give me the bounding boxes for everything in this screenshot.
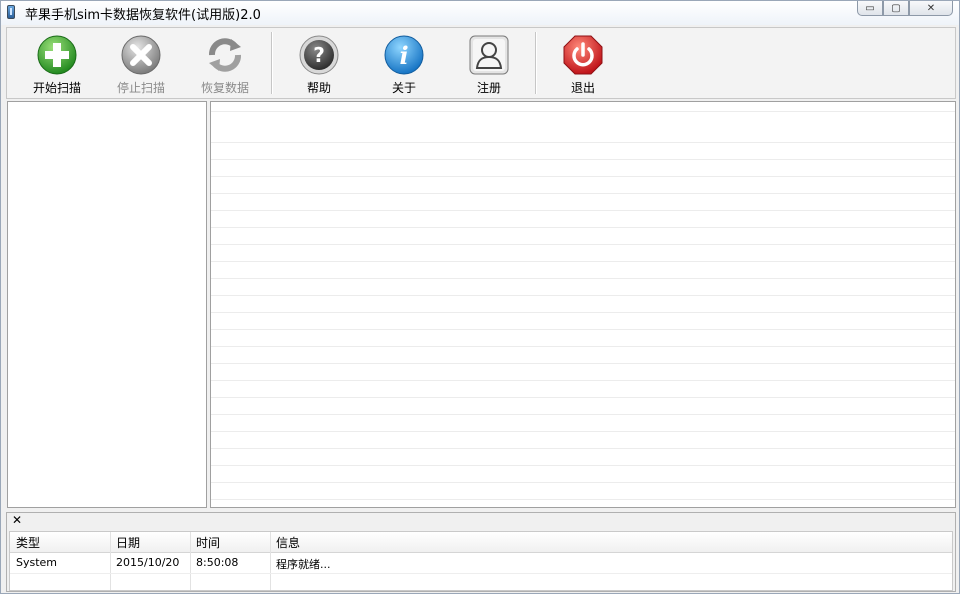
start-scan-label: 开始扫描 (32, 81, 81, 95)
column-header-time[interactable]: 时间 (196, 534, 220, 551)
register-button[interactable]: 注册 (449, 34, 529, 96)
start-scan-button[interactable]: 开始扫描 (17, 34, 97, 96)
about-label: 关于 (391, 81, 416, 95)
toolbar-separator (535, 32, 537, 94)
result-list-panel[interactable] (210, 101, 956, 508)
register-label: 注册 (476, 81, 501, 95)
recover-data-label: 恢复数据 (200, 81, 249, 95)
log-table-header: 类型 日期 时间 信息 (10, 532, 952, 553)
window-title: 苹果手机sim卡数据恢复软件(试用版)2.0 (25, 8, 261, 23)
maximize-icon: ▢ (891, 2, 901, 14)
log-time-cell: 8:50:08 (196, 556, 239, 569)
close-icon: ✕ (926, 2, 936, 14)
empty-table-row (10, 573, 952, 591)
stop-scan-button[interactable]: 停止扫描 (101, 34, 181, 96)
help-button[interactable]: ? 帮助 (279, 34, 359, 96)
column-header-type[interactable]: 类型 (16, 534, 40, 551)
about-button[interactable]: i 关于 (364, 34, 444, 96)
stop-scan-label: 停止扫描 (116, 81, 165, 95)
minimize-button[interactable]: ▭ (857, 1, 883, 16)
app-window: 苹果手机sim卡数据恢复软件(试用版)2.0 ▭ ▢ ✕ 开始扫描 停止扫描 恢… (0, 0, 960, 594)
info-icon: i (384, 35, 424, 75)
column-header-date[interactable]: 日期 (116, 534, 140, 551)
log-close-icon[interactable]: ✕ (12, 513, 22, 527)
minimize-icon: ▭ (865, 2, 875, 14)
log-type-cell: System (16, 556, 58, 569)
exit-label: 退出 (570, 81, 595, 95)
window-controls: ▭ ▢ ✕ (857, 1, 953, 17)
toolbar: 开始扫描 停止扫描 恢复数据 ? 帮助 i 关于 注册 退出 (6, 27, 956, 99)
power-icon (563, 35, 603, 75)
column-header-info[interactable]: 信息 (276, 534, 300, 551)
user-icon (469, 35, 509, 75)
log-table[interactable]: 类型 日期 时间 信息 System 2015/10/20 8:50:08 程序… (9, 531, 953, 591)
close-button[interactable]: ✕ (909, 1, 953, 16)
log-info-cell: 程序就绪... (276, 558, 331, 571)
log-date-cell: 2015/10/20 (116, 556, 180, 569)
device-tree-panel[interactable] (7, 101, 207, 508)
x-circle-icon (121, 35, 161, 75)
exit-button[interactable]: 退出 (543, 34, 623, 96)
toolbar-separator (271, 32, 273, 94)
help-label: 帮助 (306, 81, 331, 95)
phone-icon (7, 5, 15, 19)
log-panel: ✕ 类型 日期 时间 信息 System 2015/10/20 8:50:08 … (6, 512, 956, 592)
title-bar[interactable]: 苹果手机sim卡数据恢复软件(试用版)2.0 ▭ ▢ ✕ (1, 1, 959, 25)
table-row[interactable]: System 2015/10/20 8:50:08 程序就绪... (10, 553, 952, 573)
maximize-button[interactable]: ▢ (883, 1, 909, 16)
svg-text:i: i (399, 41, 408, 70)
question-icon: ? (299, 35, 339, 75)
log-panel-header: ✕ (7, 513, 955, 529)
svg-text:?: ? (313, 43, 325, 67)
recover-data-button[interactable]: 恢复数据 (185, 34, 265, 96)
plus-circle-icon (37, 35, 77, 75)
refresh-icon (209, 38, 241, 72)
